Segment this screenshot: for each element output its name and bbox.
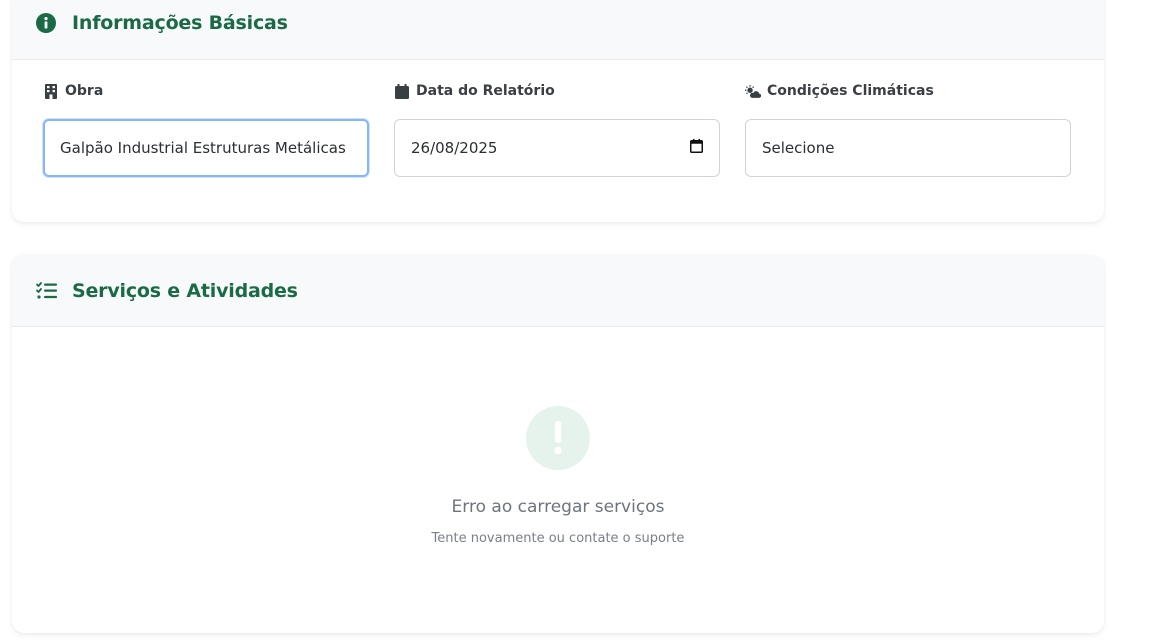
clima-label: Condições Climáticas [745, 83, 934, 99]
obra-value: Galpão Industrial Estruturas Metálicas [60, 139, 346, 157]
data-value: 26/08/2025 [411, 139, 498, 157]
error-subtitle: Tente novamente ou contate o suporte [431, 531, 685, 546]
info-icon [35, 12, 57, 34]
calendar-picker-icon[interactable] [690, 139, 703, 157]
services-title: Serviços e Atividades [72, 279, 298, 302]
basic-info-header: Informações Básicas [12, 0, 1104, 60]
clima-label-text: Condições Climáticas [767, 83, 934, 99]
basic-info-card: Informações Básicas Obra Galpão Industri… [12, 0, 1104, 222]
data-date-input[interactable]: 26/08/2025 [394, 119, 720, 177]
basic-info-title: Informações Básicas [72, 12, 288, 34]
obra-label-text: Obra [65, 83, 104, 99]
services-card: Serviços e Atividades Erro ao carregar s… [12, 255, 1104, 633]
clima-value: Selecione [762, 139, 835, 157]
data-label-text: Data do Relatório [416, 83, 555, 99]
clima-select[interactable]: Selecione [745, 119, 1071, 177]
basic-info-fields: Obra Galpão Industrial Estruturas Metáli… [12, 60, 1104, 221]
services-error-state: Erro ao carregar serviços Tente novament… [12, 327, 1104, 546]
building-icon [43, 83, 59, 99]
list-check-icon [35, 280, 57, 302]
obra-label: Obra [43, 83, 103, 99]
obra-select[interactable]: Galpão Industrial Estruturas Metálicas [43, 119, 369, 177]
error-title: Erro ao carregar serviços [451, 497, 665, 517]
services-header: Serviços e Atividades [12, 255, 1104, 327]
cloud-sun-icon [745, 83, 761, 99]
exclamation-icon [526, 406, 590, 470]
data-label: Data do Relatório [394, 83, 555, 99]
calendar-icon [394, 83, 410, 99]
